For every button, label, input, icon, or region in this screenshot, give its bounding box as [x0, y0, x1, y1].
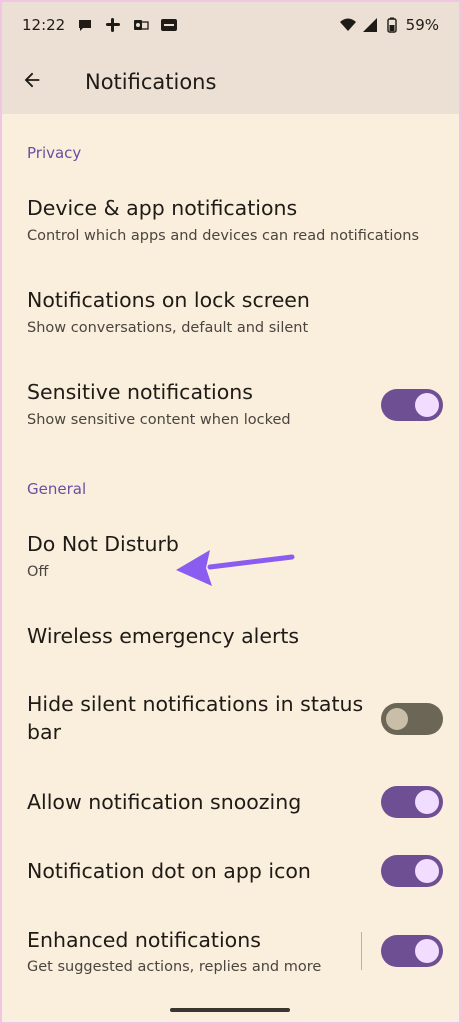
- device-app-notifications-title: Device & app notifications: [27, 196, 298, 220]
- notification-dot-item[interactable]: Notification dot on app icon: [0, 849, 461, 899]
- slack-icon: [105, 17, 121, 33]
- sensitive-notifications-item[interactable]: Sensitive notifications Show sensitive c…: [0, 370, 461, 450]
- section-header-general: General: [27, 480, 87, 498]
- signal-icon: [362, 17, 378, 33]
- gesture-nav-handle[interactable]: [170, 1008, 290, 1012]
- enhanced-notifications-toggle[interactable]: [381, 935, 443, 967]
- status-left: 12:22: [22, 16, 178, 34]
- hide-silent-notifications-toggle[interactable]: [381, 703, 443, 735]
- toggle-thumb: [415, 859, 439, 883]
- device-app-notifications-subtitle: Control which apps and devices can read …: [27, 228, 420, 244]
- toggle-thumb: [386, 708, 408, 730]
- enhanced-notifications-item[interactable]: Enhanced notifications Get suggested act…: [0, 918, 461, 988]
- status-time: 12:22: [22, 16, 66, 34]
- toggle-thumb: [415, 790, 439, 814]
- do-not-disturb-title: Do Not Disturb: [27, 532, 179, 556]
- back-button[interactable]: [12, 62, 52, 102]
- notification-snoozing-toggle[interactable]: [381, 786, 443, 818]
- toggle-thumb: [415, 939, 439, 963]
- annotation-arrow-icon: [176, 550, 295, 586]
- device-app-notifications-item[interactable]: Device & app notifications Control which…: [0, 186, 461, 266]
- enhanced-notifications-subtitle: Get suggested actions, replies and more: [27, 959, 322, 975]
- lock-screen-notifications-subtitle: Show conversations, default and silent: [27, 320, 309, 336]
- app-bar: Notifications: [0, 50, 461, 114]
- toggle-thumb: [415, 393, 439, 417]
- back-arrow-icon: [21, 69, 43, 95]
- battery-percent: 59%: [405, 16, 439, 34]
- notification-snoozing-title: Allow notification snoozing: [27, 790, 302, 814]
- section-header-privacy: Privacy: [27, 144, 82, 162]
- chat-bubble-icon: [77, 17, 93, 33]
- page-title: Notifications: [85, 70, 217, 94]
- wifi-icon: [339, 17, 356, 33]
- notification-dot-toggle[interactable]: [381, 855, 443, 887]
- sensitive-notifications-toggle[interactable]: [381, 389, 443, 421]
- do-not-disturb-subtitle: Off: [27, 564, 49, 580]
- status-bar: 12:22 59%: [0, 0, 461, 50]
- outlook-icon: [133, 17, 149, 33]
- paytm-icon: [161, 17, 178, 33]
- notification-snoozing-item[interactable]: Allow notification snoozing: [0, 780, 461, 830]
- sensitive-notifications-subtitle: Show sensitive content when locked: [27, 412, 291, 428]
- wireless-emergency-alerts-title: Wireless emergency alerts: [27, 624, 300, 648]
- notification-dot-title: Notification dot on app icon: [27, 859, 311, 883]
- lock-screen-notifications-item[interactable]: Notifications on lock screen Show conver…: [0, 278, 461, 358]
- sensitive-notifications-title: Sensitive notifications: [27, 380, 253, 404]
- enhanced-notifications-title: Enhanced notifications: [27, 928, 261, 952]
- lock-screen-notifications-title: Notifications on lock screen: [27, 288, 310, 312]
- battery-icon: [384, 17, 400, 33]
- vertical-divider: [361, 932, 362, 970]
- status-right: 59%: [339, 16, 439, 34]
- hide-silent-notifications-title: Hide silent notifications in status bar: [27, 692, 364, 744]
- hide-silent-notifications-item[interactable]: Hide silent notifications in status bar: [0, 683, 461, 753]
- wireless-emergency-alerts-item[interactable]: Wireless emergency alerts: [0, 614, 461, 664]
